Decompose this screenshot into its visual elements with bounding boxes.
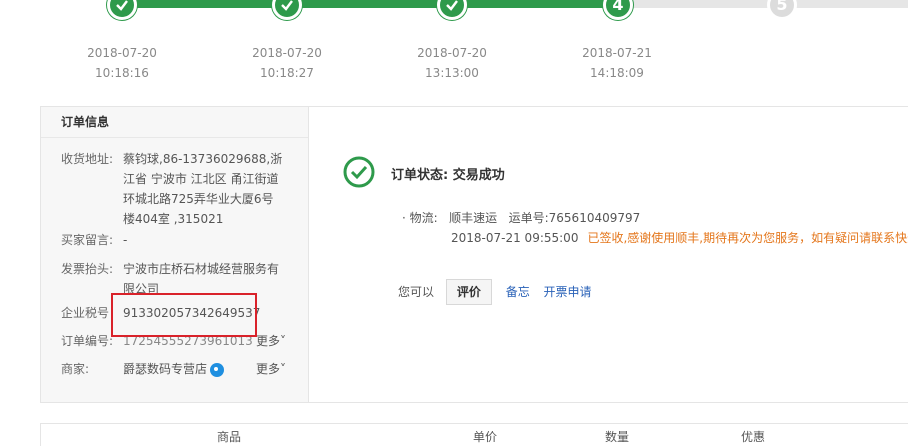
step-2-time: 2018-07-20 10:18:27: [237, 43, 337, 83]
goods-table-header: 商品 单价 数量 优惠: [40, 423, 908, 446]
step-1-time: 2018-07-20 10:18:16: [72, 43, 172, 83]
invoice-apply-link[interactable]: 开票申请: [544, 285, 592, 299]
header-unit-price: 单价: [473, 430, 498, 444]
header-discount: 优惠: [741, 430, 766, 444]
step-1-check-icon: [107, 0, 137, 20]
invoice-title-label: 发票抬头:: [61, 262, 114, 276]
order-info-title: 订单信息: [41, 107, 308, 138]
step-5-marker: 5: [767, 0, 797, 20]
logistics-info: · 物流: 顺丰速运 运单号:765610409797 2018-07-21 0…: [402, 208, 908, 248]
buyer-message-label: 买家留言:: [61, 233, 114, 247]
buyer-message-value: -: [123, 233, 128, 247]
step-2-check-icon: [272, 0, 302, 20]
memo-link[interactable]: 备忘: [506, 285, 530, 299]
order-info-panel: 订单信息 收货地址: 蔡钧球,86-13736029688,浙江省 宁波市 江北…: [41, 107, 309, 402]
step-1-clock: 10:18:16: [95, 66, 149, 80]
chat-icon[interactable]: [210, 362, 225, 377]
step-4-marker: 4: [603, 0, 633, 20]
actions-label: 您可以: [398, 285, 435, 299]
address-value: 蔡钧球,86-13736029688,浙江省 宁波市 江北区 甬江街道 环城北路…: [123, 152, 283, 226]
step-4-time: 2018-07-21 14:18:09: [567, 43, 667, 83]
order-progress: 4 5 2018-07-20 10:18:16 2018-07-20 10:18…: [0, 0, 908, 90]
shop-name-link[interactable]: 爵瑟数码专营店: [123, 362, 207, 376]
carrier-name: 顺丰速运: [449, 211, 498, 225]
progress-track-pending: [618, 0, 908, 8]
address-row: 收货地址: 蔡钧球,86-13736029688,浙江省 宁波市 江北区 甬江街…: [61, 149, 286, 229]
logistics-line-1: · 物流: 顺丰速运 运单号:765610409797: [402, 208, 908, 228]
order-detail-box: 订单信息 收货地址: 蔡钧球,86-13736029688,浙江省 宁波市 江北…: [40, 106, 908, 403]
step-2-date: 2018-07-20: [252, 46, 322, 60]
header-quantity: 数量: [605, 430, 630, 444]
header-product: 商品: [217, 430, 242, 444]
order-status-text: 订单状态: 交易成功: [391, 168, 505, 183]
order-actions: 您可以 评价 备忘 开票申请: [398, 279, 592, 305]
shop-label: 商家:: [61, 362, 90, 376]
progress-track-done: [122, 0, 618, 8]
step-3-time: 2018-07-20 13:13:00: [402, 43, 502, 83]
step-3-clock: 13:13:00: [425, 66, 479, 80]
tracking-label: 运单号:: [508, 211, 549, 225]
step-1-date: 2018-07-20: [87, 46, 157, 60]
logistics-time: 2018-07-21 09:55:00: [451, 231, 579, 245]
order-more-link[interactable]: 更多˅: [256, 331, 286, 351]
shop-more-link[interactable]: 更多˅: [256, 359, 286, 379]
logistics-prefix: · 物流:: [402, 211, 438, 225]
address-label: 收货地址:: [61, 152, 114, 166]
step-3-date: 2018-07-20: [417, 46, 487, 60]
logistics-line-2: 2018-07-21 09:55:00 已签收,感谢使用顺丰,期待再次为您服务，如…: [402, 228, 908, 248]
step-4-date: 2018-07-21: [582, 46, 652, 60]
tax-id-highlight-box: [111, 293, 257, 337]
step-4-clock: 14:18:09: [590, 66, 644, 80]
chevron-down-icon: ˅: [280, 362, 286, 376]
success-check-icon: [343, 156, 375, 188]
review-button[interactable]: 评价: [445, 279, 492, 305]
logistics-message: 已签收,感谢使用顺丰,期待再次为您服务，如有疑问请联系快递: [587, 231, 908, 245]
step-3-check-icon: [437, 0, 467, 20]
shop-more-label: 更多: [255, 362, 280, 376]
order-more-label: 更多: [255, 334, 280, 348]
chevron-down-icon: ˅: [280, 334, 286, 348]
step-2-clock: 10:18:27: [260, 66, 314, 80]
tracking-number: 765610409797: [548, 211, 641, 225]
